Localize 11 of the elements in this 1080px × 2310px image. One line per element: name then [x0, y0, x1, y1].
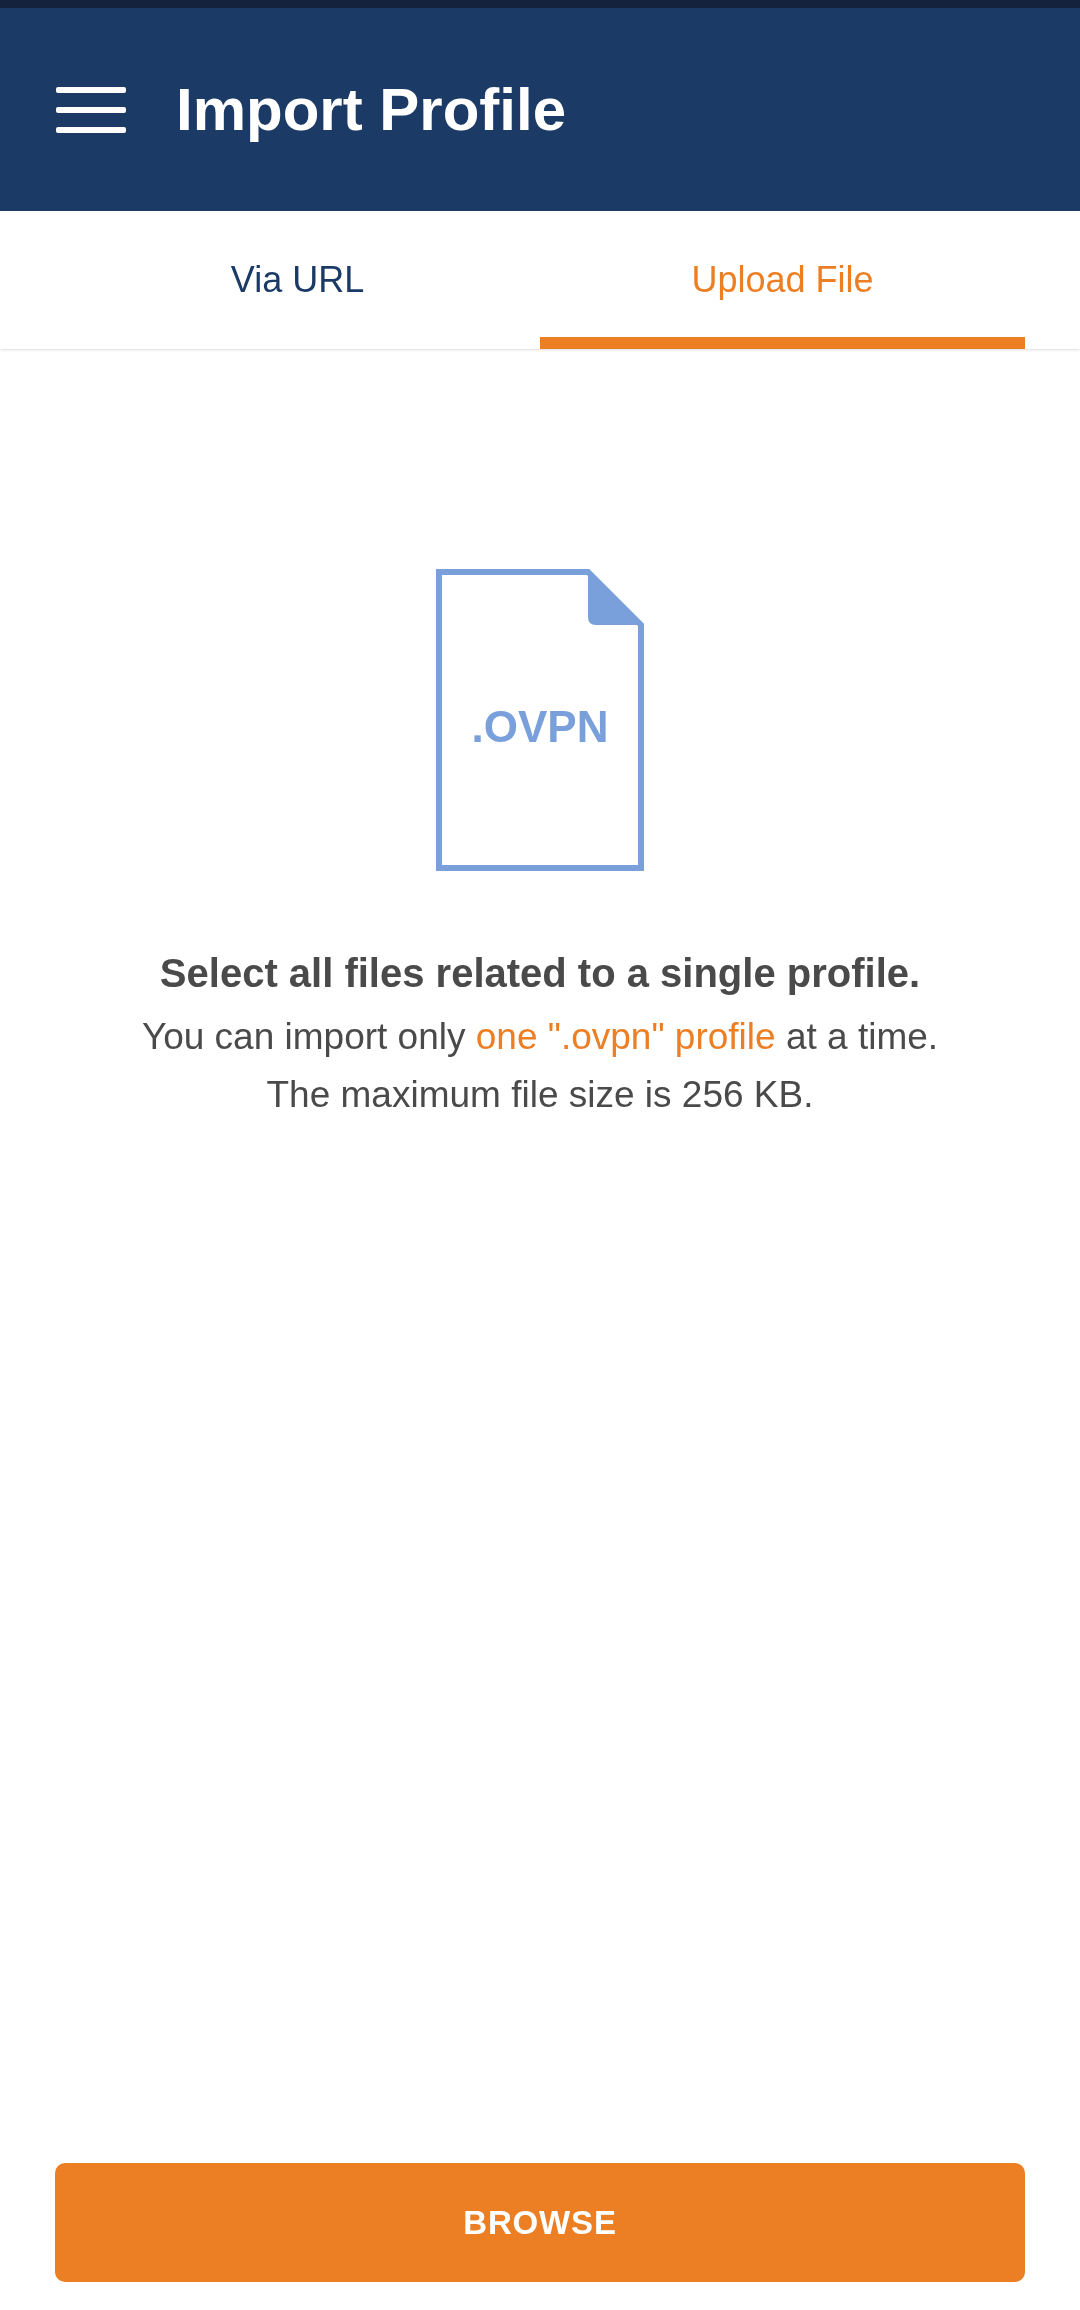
file-icon	[436, 569, 644, 871]
file-type-label: .OVPN	[470, 701, 610, 753]
description-text: You can import only one ".ovpn" profile at a time.	[141, 1015, 939, 1059]
menu-icon[interactable]	[56, 86, 126, 133]
heading-text: Select all files related to a single profile.	[159, 950, 921, 997]
profile-link[interactable]: one ".ovpn" profile	[475, 1016, 776, 1057]
browse-button[interactable]: BROWSE	[55, 2163, 1025, 2282]
file-size-note: The maximum file size is 256 KB.	[266, 1072, 814, 1117]
page-title: Import Profile	[176, 74, 567, 145]
tab[interactable]: Upload File	[540, 211, 1025, 349]
tab[interactable]: Via URL	[55, 211, 540, 349]
